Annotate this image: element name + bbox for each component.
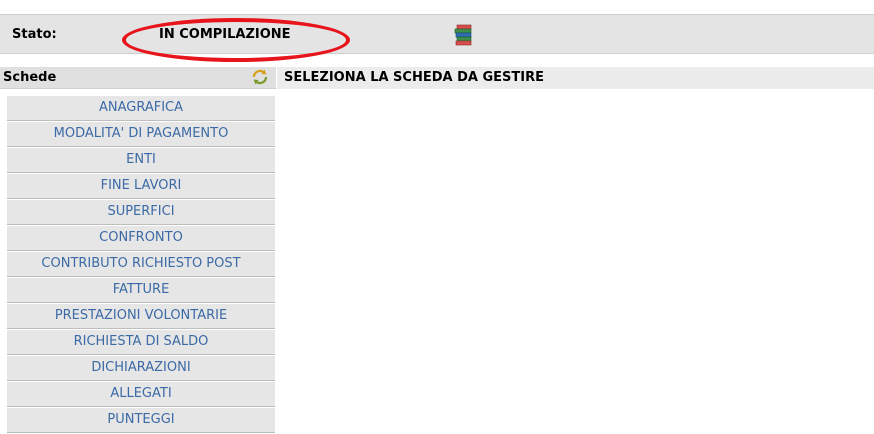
- sidebar-item-dichiarazioni[interactable]: DICHIARAZIONI: [7, 356, 275, 381]
- sidebar-item-superfici[interactable]: SUPERFICI: [7, 200, 275, 225]
- sidebar-item-confronto[interactable]: CONFRONTO: [7, 226, 275, 251]
- sidebar-item-fine-lavori[interactable]: FINE LAVORI: [7, 174, 275, 199]
- sidebar-item-punteggi[interactable]: PUNTEGGI: [7, 408, 275, 433]
- main-title: SELEZIONA LA SCHEDA DA GESTIRE: [284, 70, 544, 85]
- sidebar-header: Schede: [0, 67, 276, 89]
- sidebar-item-prestazioni-volontarie[interactable]: PRESTAZIONI VOLONTARIE: [7, 304, 275, 329]
- sidebar-item-richiesta-di-saldo[interactable]: RICHIESTA DI SALDO: [7, 330, 275, 355]
- sidebar-item-modalita-di-pagamento[interactable]: MODALITA' DI PAGAMENTO: [7, 122, 275, 147]
- sidebar-item-enti[interactable]: ENTI: [7, 148, 275, 173]
- sidebar-item-anagrafica[interactable]: ANAGRAFICA: [7, 96, 275, 121]
- refresh-icon[interactable]: [251, 68, 269, 86]
- main-header: SELEZIONA LA SCHEDA DA GESTIRE: [277, 67, 874, 89]
- sidebar-title: Schede: [3, 70, 57, 85]
- status-bar: Stato: IN COMPILAZIONE: [0, 14, 874, 62]
- sidebar-item-contributo-richiesto-post[interactable]: CONTRIBUTO RICHIESTO POST: [7, 252, 275, 277]
- sidebar-item-allegati[interactable]: ALLEGATI: [7, 382, 275, 407]
- status-label: Stato:: [12, 27, 57, 42]
- sidebar-item-fatture[interactable]: FATTURE: [7, 278, 275, 303]
- sidebar-menu: ANAGRAFICA MODALITA' DI PAGAMENTO ENTI F…: [7, 96, 275, 434]
- highlight-ellipse: [122, 18, 350, 62]
- books-icon[interactable]: [454, 24, 474, 46]
